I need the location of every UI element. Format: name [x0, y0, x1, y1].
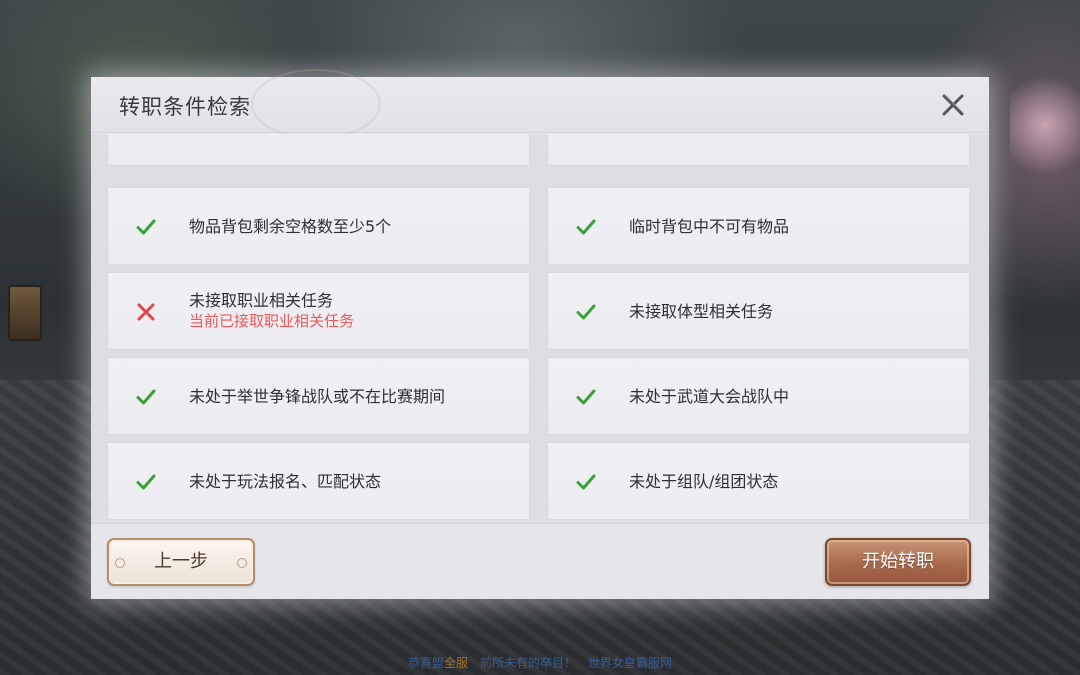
ticker-mid: 前所未有的卒目！	[480, 656, 577, 670]
condition-error-message: 当前已接取职业相关任务	[189, 312, 355, 330]
close-icon	[942, 94, 964, 116]
previous-step-button[interactable]: 上一步	[107, 538, 255, 586]
dialog-header: 转职条件检索	[91, 69, 989, 139]
check-icon	[576, 389, 596, 405]
condition-label: 临时背包中不可有物品	[629, 216, 790, 236]
check-icon	[136, 389, 156, 405]
condition-item: 未处于举世争锋战队或不在比赛期间	[107, 357, 530, 435]
condition-list[interactable]: 物品背包剩余空格数至少5个 临时背包中不可有物品 未接取职业相关任务 当前已接取…	[91, 134, 989, 523]
check-icon	[136, 219, 156, 235]
condition-item	[107, 134, 530, 166]
job-change-dialog: 转职条件检索 物品背包剩余空格数至少5个 临时背包中不可有物品 未接取职业相关任…	[91, 69, 989, 599]
cross-icon	[137, 303, 155, 321]
check-icon	[576, 219, 596, 235]
condition-label: 未接取体型相关任务	[629, 301, 774, 321]
ticker-prefix: 恭喜盟	[407, 656, 444, 670]
close-button[interactable]	[937, 89, 969, 121]
condition-item: 未处于组队/组团状态	[547, 442, 970, 520]
condition-label: 未处于武道大会战队中	[629, 386, 790, 406]
condition-item: 未处于玩法报名、匹配状态	[107, 442, 530, 520]
check-icon	[136, 474, 156, 490]
lantern-decoration	[8, 285, 42, 341]
condition-item: 未接取职业相关任务 当前已接取职业相关任务	[107, 272, 530, 350]
dialog-title: 转职条件检索	[119, 95, 251, 119]
check-icon	[576, 474, 596, 490]
condition-item: 未处于武道大会战队中	[547, 357, 970, 435]
condition-label: 未接取职业相关任务	[189, 291, 334, 310]
condition-label: 物品背包剩余空格数至少5个	[189, 216, 392, 236]
condition-label: 未处于玩法报名、匹配状态	[189, 471, 382, 491]
condition-item: 临时背包中不可有物品	[547, 187, 970, 265]
condition-label: 未处于组队/组团状态	[629, 471, 779, 491]
blossom-tree-decoration	[1010, 70, 1080, 180]
ticker-suffix: 世界女皇霸服网	[588, 656, 673, 670]
dialog-footer: 上一步 开始转职	[91, 523, 989, 599]
ticker-highlight: 全服	[443, 656, 468, 670]
header-decoration	[251, 69, 381, 139]
condition-item: 物品背包剩余空格数至少5个	[107, 187, 530, 265]
start-job-change-button[interactable]: 开始转职	[825, 538, 971, 586]
check-icon	[576, 304, 596, 320]
condition-item	[547, 134, 970, 166]
system-ticker: 恭喜盟全服 前所未有的卒目！ 世界女皇霸服网	[0, 654, 1080, 672]
condition-item: 未接取体型相关任务	[547, 272, 970, 350]
condition-label: 未处于举世争锋战队或不在比赛期间	[189, 386, 446, 406]
